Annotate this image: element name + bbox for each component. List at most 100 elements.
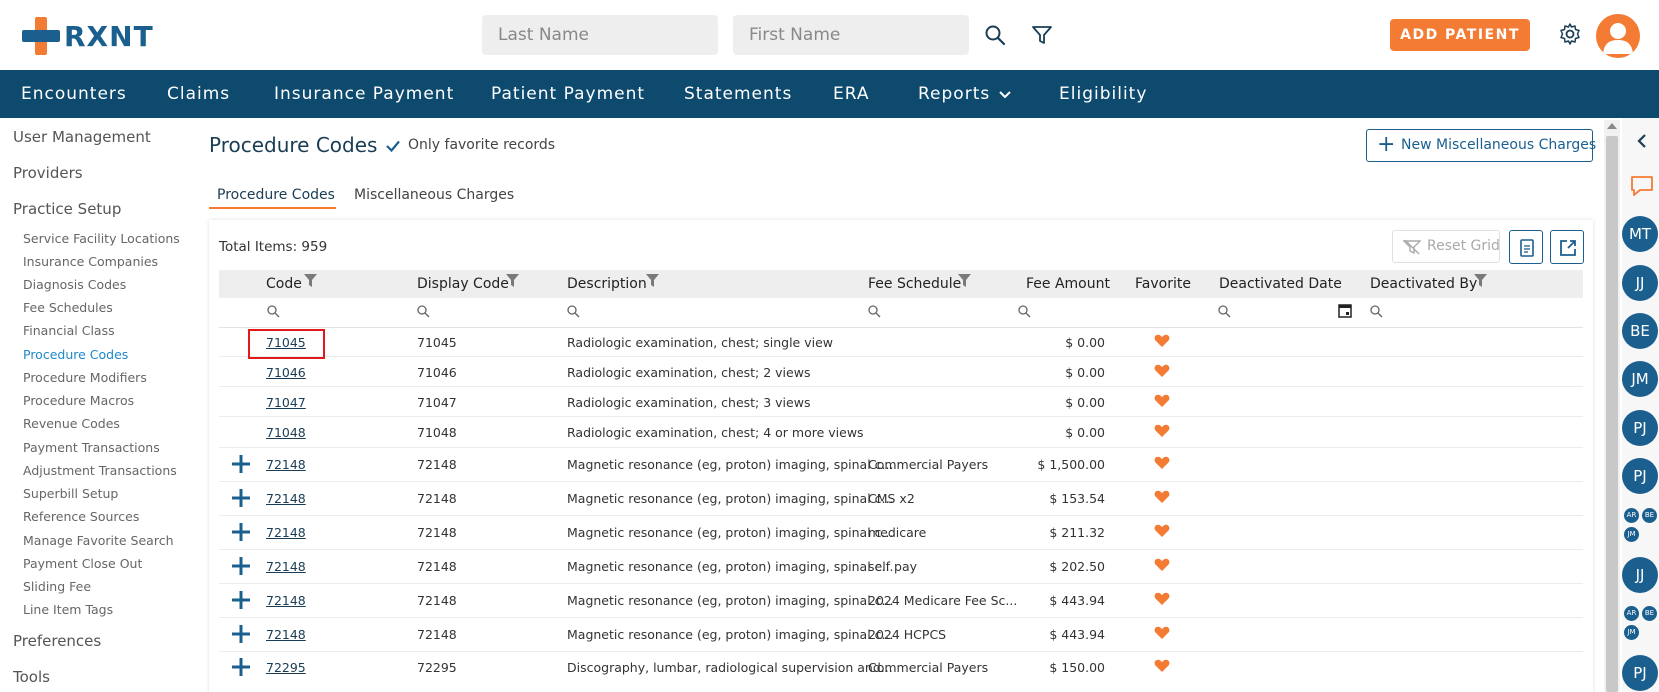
code-link[interactable]: 72148 bbox=[266, 627, 306, 642]
avatar[interactable]: BE bbox=[1622, 313, 1658, 349]
sidebar-item-payment-transactions[interactable]: Payment Transactions bbox=[23, 440, 160, 455]
sidebar-practice-setup[interactable]: Practice Setup bbox=[13, 200, 121, 218]
nav-encounters[interactable]: Encounters bbox=[21, 84, 127, 104]
sidebar-item-superbill-setup[interactable]: Superbill Setup bbox=[23, 486, 118, 501]
scrollbar-thumb[interactable] bbox=[1606, 136, 1618, 692]
nav-reports[interactable]: Reports bbox=[918, 84, 990, 104]
sidebar-item-procedure-macros[interactable]: Procedure Macros bbox=[23, 393, 134, 408]
favorite-heart-icon[interactable] bbox=[1154, 592, 1170, 606]
favorite-heart-icon[interactable] bbox=[1154, 334, 1170, 348]
mini-avatar[interactable]: JM bbox=[1624, 625, 1639, 640]
chat-bubble-icon[interactable] bbox=[1629, 174, 1655, 198]
avatar[interactable]: MT bbox=[1622, 216, 1658, 252]
sidebar-providers[interactable]: Providers bbox=[13, 164, 83, 182]
nav-statements[interactable]: Statements bbox=[684, 84, 792, 104]
filter-search-icon[interactable] bbox=[266, 304, 280, 318]
chevron-down-icon[interactable] bbox=[999, 90, 1011, 100]
expand-row-plus-icon[interactable] bbox=[231, 556, 251, 576]
sidebar-user-management[interactable]: User Management bbox=[13, 128, 151, 146]
tab-miscellaneous-charges[interactable]: Miscellaneous Charges bbox=[354, 187, 514, 203]
sidebar-item-diagnosis-codes[interactable]: Diagnosis Codes bbox=[23, 277, 126, 292]
nav-era[interactable]: ERA bbox=[833, 84, 870, 104]
filter-search-icon[interactable] bbox=[416, 304, 430, 318]
favorite-heart-icon[interactable] bbox=[1154, 394, 1170, 408]
code-link[interactable]: 72148 bbox=[266, 491, 306, 506]
column-filter-icon[interactable] bbox=[1474, 274, 1487, 288]
favorite-heart-icon[interactable] bbox=[1154, 626, 1170, 640]
column-filter-icon[interactable] bbox=[304, 274, 317, 288]
nav-insurance-payment[interactable]: Insurance Payment bbox=[274, 84, 454, 104]
filter-search-icon[interactable] bbox=[566, 304, 580, 318]
col-header-favorite[interactable]: Favorite bbox=[1135, 276, 1191, 292]
sidebar-preferences[interactable]: Preferences bbox=[13, 632, 101, 650]
avatar[interactable]: JM bbox=[1622, 361, 1658, 397]
sidebar-item-insurance-companies[interactable]: Insurance Companies bbox=[23, 254, 158, 269]
avatar[interactable]: JJ bbox=[1622, 557, 1658, 593]
sidebar-item-reference-sources[interactable]: Reference Sources bbox=[23, 509, 139, 524]
sidebar-item-revenue-codes[interactable]: Revenue Codes bbox=[23, 416, 120, 431]
expand-row-plus-icon[interactable] bbox=[231, 624, 251, 644]
reset-grid-button[interactable]: Reset Grid bbox=[1392, 230, 1500, 263]
scroll-up-arrow-icon[interactable] bbox=[1607, 122, 1617, 130]
sidebar-tools[interactable]: Tools bbox=[13, 668, 50, 686]
mini-avatar[interactable]: JM bbox=[1624, 527, 1639, 542]
code-link[interactable]: 71047 bbox=[266, 395, 306, 410]
expand-row-plus-icon[interactable] bbox=[231, 488, 251, 508]
expand-row-plus-icon[interactable] bbox=[231, 454, 251, 474]
sidebar-item-service-facility-locations[interactable]: Service Facility Locations bbox=[23, 231, 180, 246]
calendar-icon[interactable] bbox=[1338, 303, 1352, 318]
sidebar-item-adjustment-transactions[interactable]: Adjustment Transactions bbox=[23, 463, 177, 478]
favorite-heart-icon[interactable] bbox=[1154, 490, 1170, 504]
avatar[interactable]: PJ bbox=[1622, 410, 1658, 446]
filter-search-icon[interactable] bbox=[1369, 304, 1383, 318]
code-link[interactable]: 72148 bbox=[266, 525, 306, 540]
col-header-deactivated-by[interactable]: Deactivated By bbox=[1370, 276, 1477, 292]
mini-avatar[interactable]: BE bbox=[1642, 606, 1657, 621]
tab-procedure-codes[interactable]: Procedure Codes bbox=[217, 187, 335, 203]
nav-eligibility[interactable]: Eligibility bbox=[1059, 84, 1147, 104]
col-header-fee-amount[interactable]: Fee Amount bbox=[1026, 276, 1110, 292]
sidebar-item-payment-close-out[interactable]: Payment Close Out bbox=[23, 556, 142, 571]
code-link[interactable]: 71048 bbox=[266, 425, 306, 440]
col-header-description[interactable]: Description bbox=[567, 276, 647, 292]
favorite-heart-icon[interactable] bbox=[1154, 558, 1170, 572]
favorite-heart-icon[interactable] bbox=[1154, 659, 1170, 673]
first-name-input[interactable]: First Name bbox=[733, 15, 969, 55]
sidebar-item-fee-schedules[interactable]: Fee Schedules bbox=[23, 300, 113, 315]
gear-icon[interactable] bbox=[1558, 22, 1582, 46]
rxnt-logo[interactable]: RXNT bbox=[22, 17, 154, 55]
code-link[interactable]: 72148 bbox=[266, 457, 306, 472]
only-favorites-checkbox[interactable] bbox=[384, 137, 402, 155]
sidebar-item-manage-favorite-search[interactable]: Manage Favorite Search bbox=[23, 533, 174, 548]
filter-search-icon[interactable] bbox=[867, 304, 881, 318]
search-icon[interactable] bbox=[983, 23, 1007, 47]
favorite-heart-icon[interactable] bbox=[1154, 524, 1170, 538]
column-filter-icon[interactable] bbox=[506, 274, 519, 288]
sidebar-item-procedure-codes[interactable]: Procedure Codes bbox=[23, 347, 128, 362]
favorite-heart-icon[interactable] bbox=[1154, 424, 1170, 438]
user-avatar[interactable] bbox=[1596, 14, 1640, 58]
code-link[interactable]: 71046 bbox=[266, 365, 306, 380]
nav-patient-payment[interactable]: Patient Payment bbox=[491, 84, 645, 104]
col-header-fee-schedule[interactable]: Fee Schedule bbox=[868, 276, 961, 292]
sidebar-item-procedure-modifiers[interactable]: Procedure Modifiers bbox=[23, 370, 147, 385]
sidebar-item-line-item-tags[interactable]: Line Item Tags bbox=[23, 602, 113, 617]
add-patient-button[interactable]: ADD PATIENT bbox=[1390, 19, 1530, 51]
export-pdf-button[interactable] bbox=[1509, 230, 1543, 264]
col-header-code[interactable]: Code bbox=[266, 276, 302, 292]
nav-claims[interactable]: Claims bbox=[167, 84, 230, 104]
column-filter-icon[interactable] bbox=[646, 274, 659, 288]
mini-avatar[interactable]: AR bbox=[1624, 606, 1639, 621]
avatar[interactable]: JJ bbox=[1622, 265, 1658, 301]
col-header-display-code[interactable]: Display Code bbox=[417, 276, 509, 292]
filter-search-icon[interactable] bbox=[1017, 304, 1031, 318]
favorite-heart-icon[interactable] bbox=[1154, 456, 1170, 470]
new-misc-charges-button[interactable]: + New Miscellaneous Charges bbox=[1366, 129, 1596, 162]
code-link[interactable]: 72148 bbox=[266, 559, 306, 574]
filter-search-icon[interactable] bbox=[1217, 304, 1231, 318]
expand-row-plus-icon[interactable] bbox=[231, 657, 251, 677]
export-button[interactable] bbox=[1550, 230, 1584, 264]
expand-row-plus-icon[interactable] bbox=[231, 590, 251, 610]
chevron-left-icon[interactable] bbox=[1636, 134, 1648, 148]
code-link[interactable]: 72148 bbox=[266, 593, 306, 608]
